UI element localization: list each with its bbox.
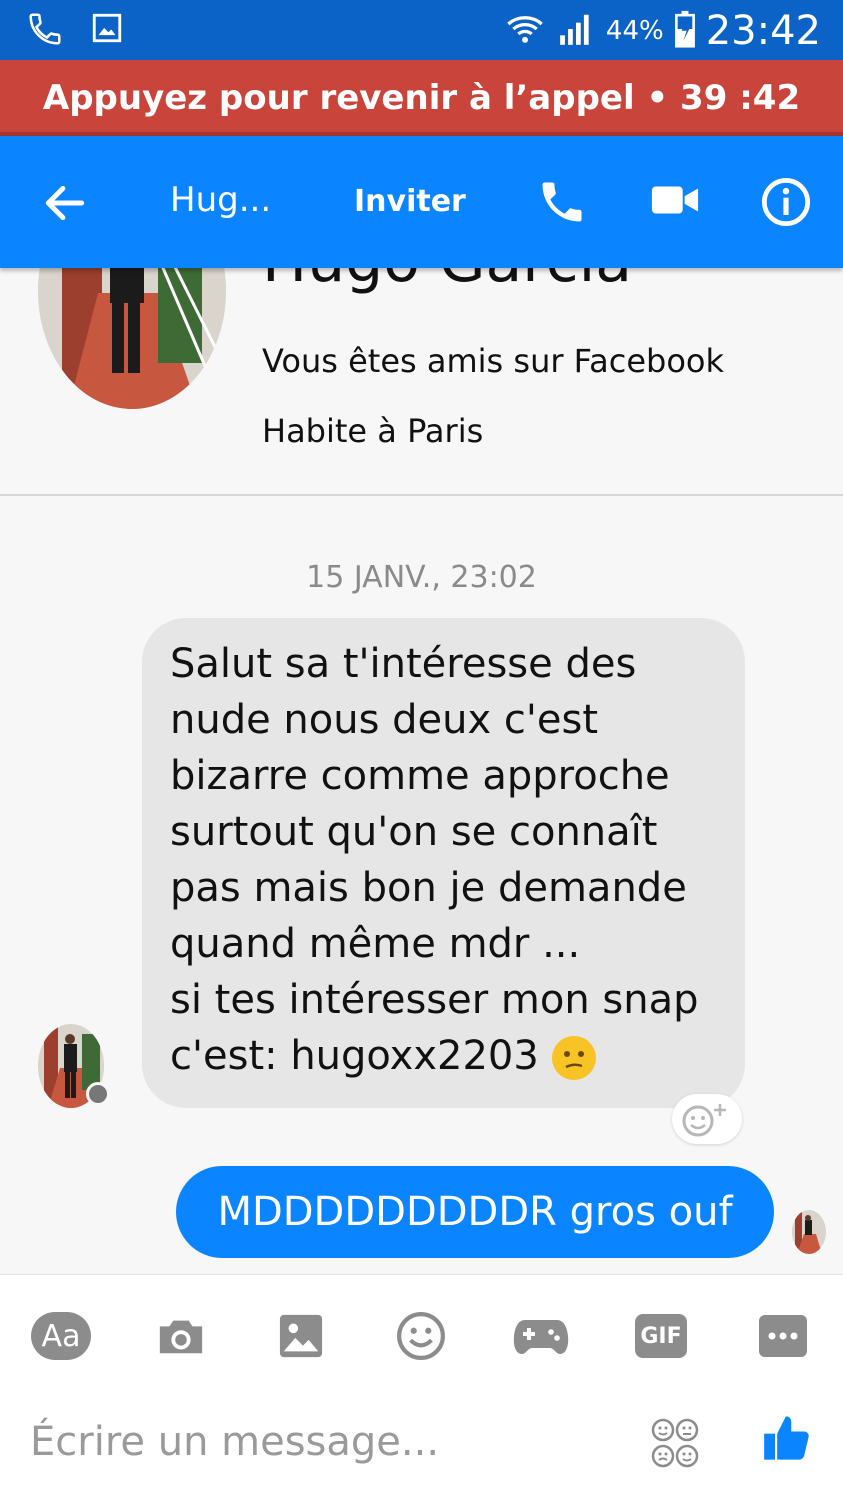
message-composer: Aa GIF Écrire un message... <box>0 1274 843 1499</box>
conversation-header: Hug... Inviter <box>0 136 843 268</box>
message-line: pas mais bon je demande <box>170 865 687 911</box>
message-line: Salut sa t'intéresse des <box>170 641 637 687</box>
outgoing-message-bubble[interactable]: MDDDDDDDDDR gros ouf <box>176 1166 774 1258</box>
wifi-icon <box>504 9 546 53</box>
message-line: quand même mdr ... <box>170 921 581 967</box>
thumbs-up-like-icon[interactable] <box>762 1411 814 1469</box>
read-receipt-avatar <box>792 1210 826 1254</box>
status-bar: 44% 23:42 <box>0 0 843 60</box>
profile-name: Hugo Garcia <box>262 268 632 296</box>
more-options-icon[interactable] <box>752 1305 814 1367</box>
add-reaction-button[interactable] <box>672 1094 742 1144</box>
text-format-button[interactable]: Aa <box>30 1305 92 1367</box>
outgoing-message-text: MDDDDDDDDDR gros ouf <box>217 1189 733 1235</box>
message-line: si tes intéresser mon snap <box>170 977 699 1023</box>
clock: 23:42 <box>705 8 821 54</box>
composer-toolbar: Aa GIF <box>0 1299 843 1369</box>
incoming-message-bubble[interactable]: Salut sa t'intéresse des nude nous deux … <box>142 618 745 1108</box>
phone-call-icon <box>26 10 64 52</box>
contact-name[interactable]: Hug... <box>170 180 271 220</box>
game-controller-icon[interactable] <box>510 1305 572 1367</box>
invite-button[interactable]: Inviter <box>354 184 466 219</box>
message-line: nude nous deux c'est <box>170 697 599 743</box>
smiley-plus-icon <box>672 1104 742 1148</box>
battery-percent: 44% <box>605 16 664 46</box>
signal-icon <box>556 10 596 52</box>
message-input[interactable]: Écrire un message... <box>30 1419 439 1465</box>
text-format-label: Aa <box>41 1318 81 1354</box>
gif-button[interactable]: GIF <box>630 1305 692 1367</box>
message-line: bizarre comme approche <box>170 753 670 799</box>
confused-face-emoji-icon <box>551 1036 596 1080</box>
gallery-notification-icon <box>90 10 124 52</box>
friendship-status: Vous êtes amis sur Facebook <box>262 342 725 380</box>
battery-charging-icon <box>674 10 696 52</box>
call-banner-text: Appuyez pour revenir à l’appel • 39 :42 <box>42 78 801 118</box>
profile-card: Hugo Garcia Vous êtes amis sur Facebook … <box>0 268 843 496</box>
profile-location: Habite à Paris <box>262 412 484 450</box>
message-line: surtout qu'on se connaît <box>170 809 658 855</box>
profile-avatar[interactable] <box>38 268 226 409</box>
message-last-line: c'est: hugoxx2203 <box>170 1028 717 1084</box>
voice-call-icon[interactable] <box>536 176 588 232</box>
return-to-call-banner[interactable]: Appuyez pour revenir à l’appel • 39 :42 <box>0 60 843 136</box>
message-line: c'est: hugoxx2203 <box>170 1033 539 1079</box>
info-icon[interactable] <box>760 176 812 232</box>
message-timestamp: 15 JANV., 23:02 <box>306 560 537 595</box>
facebook-badge-icon <box>86 1082 110 1106</box>
video-call-icon[interactable] <box>650 180 700 224</box>
camera-icon[interactable] <box>150 1305 212 1367</box>
gif-label: GIF <box>640 1323 682 1349</box>
stickers-icon[interactable] <box>650 1417 700 1473</box>
image-gallery-icon[interactable] <box>270 1305 332 1367</box>
back-arrow-icon[interactable] <box>40 178 90 232</box>
emoji-smiley-icon[interactable] <box>390 1305 452 1367</box>
